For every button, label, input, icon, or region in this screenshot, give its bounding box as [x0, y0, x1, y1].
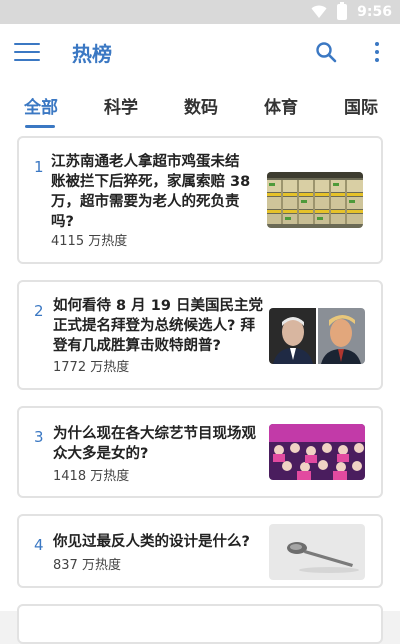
egg-shelves-image [267, 172, 363, 228]
tab-sports[interactable]: 体育 [264, 93, 298, 118]
heat-count: 4115 万热度 [51, 234, 128, 249]
title-line: 吗? [51, 214, 74, 230]
tab-science[interactable]: 科学 [104, 93, 138, 118]
hot-item-title[interactable]: 江苏南通老人拿超市鸡蛋未结 账被拦下后猝死，家属索赔 38 万，超市需要为老人的… [51, 152, 261, 232]
title-line: 正式提名拜登为总统候选人? 拜 [53, 318, 255, 334]
hot-item-card[interactable] [17, 604, 383, 644]
rank-number: 3 [34, 428, 44, 446]
title-line: 万，超市需要为老人的死负责 [51, 194, 240, 210]
page-title: 热榜 [72, 42, 112, 66]
title-line: 为什么现在各大综艺节目现场观 [53, 426, 256, 442]
app-bar: 热榜 [0, 24, 400, 80]
rank-number: 2 [34, 302, 44, 320]
wifi-icon [311, 5, 327, 18]
heat-count: 1772 万热度 [53, 360, 130, 375]
battery-icon [337, 2, 348, 20]
hot-item-title[interactable]: 如何看待 8 月 19 日美国民主党 正式提名拜登为总统候选人? 拜 登有几成胜… [53, 296, 268, 356]
heat-count: 837 万热度 [53, 558, 121, 573]
search-icon[interactable] [314, 40, 338, 64]
hot-item-card[interactable]: 3 为什么现在各大综艺节目现场观 众大多是女的? 1418 万热度 [17, 406, 383, 498]
title-line: 如何看待 8 月 19 日美国民主党 [53, 298, 263, 314]
rank-number: 4 [34, 536, 44, 554]
hot-item-card[interactable]: 4 你见过最反人类的设计是什么? 837 万热度 [17, 514, 383, 588]
tab-digital[interactable]: 数码 [184, 93, 218, 118]
category-tabs: 全部 科学 数码 体育 国际 [0, 80, 400, 130]
status-bar: 9:56 [0, 0, 400, 24]
title-line: 登有几成胜算击败特朗普? [53, 338, 221, 354]
two-politicians-image [269, 308, 365, 364]
title-line: 众大多是女的? [53, 446, 149, 462]
spoon-image [269, 524, 365, 580]
hot-item-title[interactable]: 你见过最反人类的设计是什么? [53, 532, 268, 552]
title-line: 你见过最反人类的设计是什么? [53, 534, 250, 550]
heat-count: 1418 万热度 [53, 469, 130, 484]
tab-all[interactable]: 全部 [24, 93, 58, 118]
rank-number: 1 [34, 158, 44, 176]
hot-item-title[interactable]: 为什么现在各大综艺节目现场观 众大多是女的? [53, 424, 268, 464]
tab-international[interactable]: 国际 [344, 93, 378, 118]
status-time: 9:56 [357, 4, 392, 20]
title-line: 账被拦下后猝死，家属索赔 38 [51, 174, 251, 190]
hot-list-feed[interactable]: 1 江苏南通老人拿超市鸡蛋未结 账被拦下后猝死，家属索赔 38 万，超市需要为老… [0, 130, 400, 644]
hot-item-card[interactable]: 1 江苏南通老人拿超市鸡蛋未结 账被拦下后猝死，家属索赔 38 万，超市需要为老… [17, 136, 383, 264]
title-line: 江苏南通老人拿超市鸡蛋未结 [51, 154, 240, 170]
menu-icon[interactable] [14, 40, 40, 64]
active-tab-indicator [25, 125, 55, 128]
audience-image [269, 424, 365, 480]
more-options-icon[interactable] [372, 40, 382, 64]
hot-item-card[interactable]: 2 如何看待 8 月 19 日美国民主党 正式提名拜登为总统候选人? 拜 登有几… [17, 280, 383, 390]
